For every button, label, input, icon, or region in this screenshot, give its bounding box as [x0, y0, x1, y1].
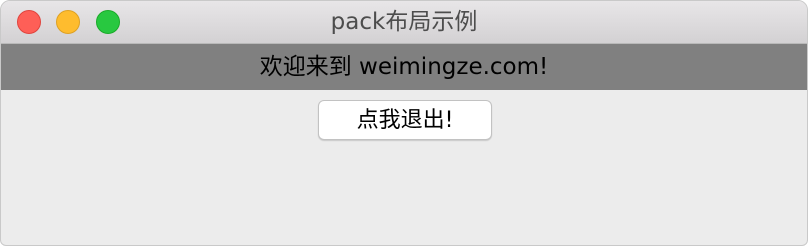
- app-window: pack布局示例 欢迎来到 weimingze.com! 点我退出!: [0, 0, 808, 246]
- quit-button[interactable]: 点我退出!: [318, 100, 492, 140]
- welcome-label: 欢迎来到 weimingze.com!: [1, 44, 807, 90]
- title-bar[interactable]: pack布局示例: [1, 1, 807, 44]
- window-title: pack布局示例: [330, 9, 478, 35]
